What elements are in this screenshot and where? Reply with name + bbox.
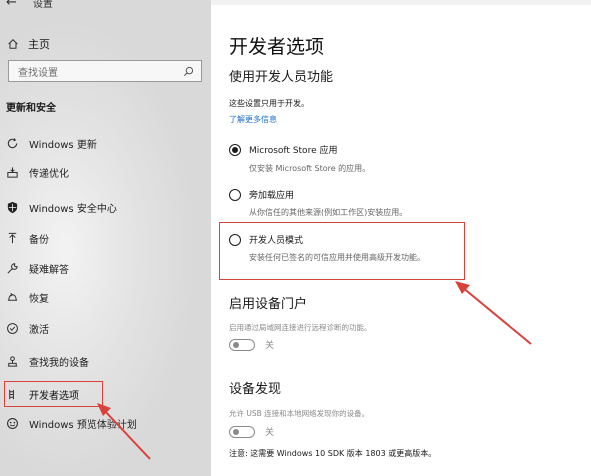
back-arrow-icon[interactable]: ← [6,0,17,10]
device-portal-title: 启用设备门户 [229,297,308,312]
sidebar-item-label: Windows 预览体验计划 [29,419,137,431]
device-discovery-description: 允许 USB 连接和本地网络发现你的设备。 [229,409,370,418]
sidebar-item-label: 激活 [29,324,49,336]
sidebar-item-label: 备份 [29,234,49,246]
backup-icon [6,232,19,245]
radio-label: 旁加载应用 [249,191,295,201]
find-device-icon [6,355,19,368]
sidebar-item-label: 恢复 [29,293,49,305]
sidebar-item-windows-insider[interactable]: Windows 预览体验计划 [0,411,211,435]
sidebar-item-windows-security[interactable]: Windows 安全中心 [0,195,211,219]
sidebar-item-home[interactable]: 主页 [6,36,50,52]
section-subtitle: 使用开发人员功能 [229,70,334,85]
sidebar: ← 设置 主页 查找设置 更新和安全 Windows 更新 传递优化 Windo… [0,0,211,476]
device-portal-toggle[interactable]: 关 [229,338,274,351]
sidebar-item-label: 传递优化 [29,168,69,180]
radio-description: 仅安装 Microsoft Store 的应用。 [249,164,371,173]
sync-icon [6,137,19,150]
recovery-icon [6,291,19,304]
learn-more-link[interactable]: 了解更多信息 [229,114,277,125]
radio-sideload-apps[interactable]: 旁加载应用 [229,188,294,201]
sidebar-item-label: 疑难解答 [29,264,69,276]
sidebar-item-activation[interactable]: 激活 [0,316,211,340]
sidebar-item-label: 查找我的设备 [29,357,89,369]
home-icon [6,37,20,51]
search-input[interactable]: 查找设置 [8,60,202,82]
back-row: ← 设置 [6,0,53,10]
device-portal-description: 启用通过局域网连接进行远程诊断的功能。 [229,323,372,332]
toggle-label: 关 [265,341,275,351]
toggle-switch[interactable] [229,425,255,438]
sidebar-item-troubleshoot[interactable]: 疑难解答 [0,256,211,280]
sidebar-section-title: 更新和安全 [6,103,56,114]
page-title: 开发者选项 [229,36,325,58]
wrench-icon [6,262,19,275]
sdk-note: 注意: 这需要 Windows 10 SDK 版本 1803 或更高版本。 [229,449,437,458]
smiley-icon [6,417,19,430]
search-placeholder: 查找设置 [18,67,58,79]
device-discovery-toggle[interactable]: 关 [229,425,274,438]
sidebar-item-find-my-device[interactable]: 查找我的设备 [0,349,211,373]
highlight-box-developer-mode [219,222,465,280]
main-panel: 开发者选项 使用开发人员功能 这些设置只用于开发。 了解更多信息 Microso… [211,0,591,476]
highlight-box-sidebar [4,381,103,407]
radio-button-icon[interactable] [229,188,241,201]
toggle-switch[interactable] [229,338,255,351]
sidebar-item-label: Windows 更新 [29,139,97,151]
section-description: 这些设置只用于开发。 [229,99,309,108]
radio-description: 从你信任的其他来源(例如工作区)安装应用。 [249,208,408,217]
sidebar-item-delivery-optimization[interactable]: 传递优化 [0,160,211,184]
sidebar-item-recovery[interactable]: 恢复 [0,285,211,309]
home-label: 主页 [28,38,50,51]
shield-icon [6,201,19,214]
device-discovery-title: 设备发现 [229,382,282,397]
settings-title: 设置 [32,0,53,10]
radio-button-icon[interactable] [229,143,241,156]
delivery-icon [6,166,19,179]
search-icon [183,66,194,76]
sidebar-item-windows-update[interactable]: Windows 更新 [0,131,211,155]
radio-store-apps[interactable]: Microsoft Store 应用 [229,143,337,156]
toggle-label: 关 [265,428,275,438]
sidebar-item-label: Windows 安全中心 [29,203,117,215]
check-circle-icon [6,322,19,335]
radio-label: Microsoft Store 应用 [249,146,338,156]
sidebar-item-backup[interactable]: 备份 [0,226,211,250]
